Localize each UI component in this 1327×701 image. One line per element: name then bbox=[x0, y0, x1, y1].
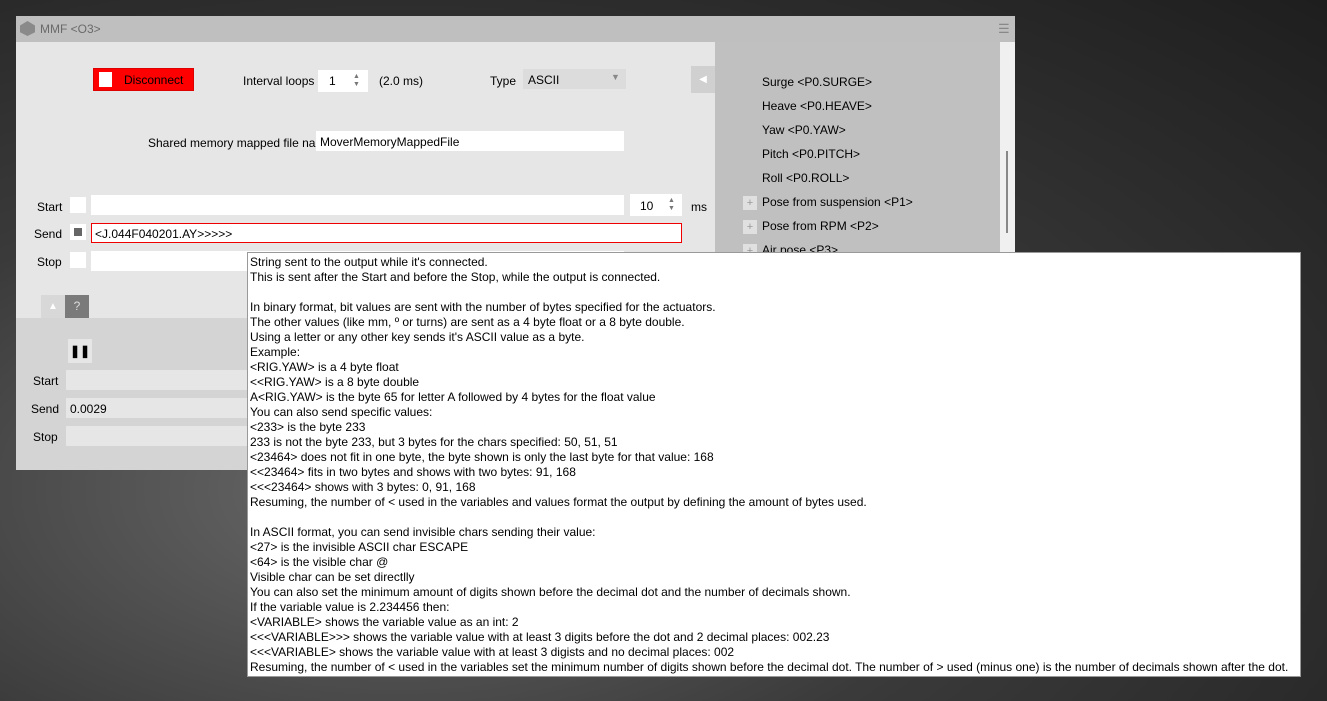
disconnect-button[interactable]: Disconnect bbox=[93, 68, 194, 91]
type-label: Type bbox=[490, 74, 517, 88]
start-delay-stepper[interactable]: 10 ▲ ▼ bbox=[630, 194, 682, 216]
spinner-arrows-icon[interactable]: ▲ ▼ bbox=[353, 73, 360, 89]
interval-ms: (2.0 ms) bbox=[379, 74, 424, 88]
expand-icon[interactable]: + bbox=[743, 196, 757, 210]
tooltip-line: This is sent after the Start and before … bbox=[250, 270, 661, 284]
start-label: Start bbox=[37, 200, 63, 214]
ms-label: ms bbox=[691, 200, 707, 214]
tree-item[interactable]: Pitch <P0.PITCH> bbox=[762, 147, 860, 161]
send-value: <J.044F040201.AY>>>>> bbox=[95, 227, 233, 241]
connection-indicator bbox=[99, 72, 112, 87]
stop-label: Stop bbox=[37, 255, 62, 269]
tooltip-line bbox=[250, 285, 1298, 300]
interval-loops-stepper[interactable]: 1 ▲ ▼ bbox=[318, 70, 368, 92]
tooltip-line: <233> is the byte 233 bbox=[250, 420, 366, 434]
tooltip-line: <<23464> fits in two bytes and shows wit… bbox=[250, 465, 576, 479]
tooltip-line: <RIG.YAW> is a 4 byte float bbox=[250, 360, 399, 374]
tooltip-line: A<RIG.YAW> is the byte 65 for letter A f… bbox=[250, 390, 656, 404]
start-input[interactable] bbox=[91, 195, 624, 215]
menu-icon[interactable]: ☰ bbox=[998, 21, 1010, 37]
tooltip-line: Using a letter or any other key sends it… bbox=[250, 330, 585, 344]
interval-loops-value: 1 bbox=[329, 74, 336, 88]
title-bar: MMF <O3> ☰ bbox=[16, 16, 1015, 42]
monitor-send-label: Send bbox=[31, 402, 60, 416]
tooltip-line: <<<VARIABLE>>> shows the variable value … bbox=[250, 630, 830, 644]
tooltip-line bbox=[250, 510, 1298, 525]
collapse-panel-button[interactable]: ◀ bbox=[691, 66, 715, 93]
interval-loops-label: Interval loops bbox=[243, 74, 315, 88]
monitor-stop-label: Stop bbox=[33, 430, 58, 444]
window-title: MMF <O3> bbox=[40, 22, 101, 36]
tree-item[interactable]: Roll <P0.ROLL> bbox=[762, 171, 849, 185]
tree-item[interactable]: Heave <P0.HEAVE> bbox=[762, 99, 872, 113]
expand-icon[interactable]: + bbox=[743, 220, 757, 234]
tooltip-line: You can also send specific values: bbox=[250, 405, 433, 419]
stop-checkbox[interactable] bbox=[70, 252, 86, 268]
type-value: ASCII bbox=[528, 73, 560, 87]
type-select[interactable]: ASCII ▼ bbox=[523, 69, 626, 89]
expand-up-button[interactable]: ▲ bbox=[41, 295, 65, 318]
tree-scrollbar[interactable] bbox=[1000, 42, 1015, 252]
shared-file-value: MoverMemoryMappedFile bbox=[320, 135, 460, 149]
tooltip-line: In ASCII format, you can send invisible … bbox=[250, 525, 596, 539]
tooltip-line: <<<23464> shows with 3 bytes: 0, 91, 168 bbox=[250, 480, 476, 494]
send-label: Send bbox=[34, 227, 63, 241]
disconnect-label: Disconnect bbox=[124, 73, 184, 87]
start-checkbox[interactable] bbox=[70, 197, 86, 213]
tooltip-line: In binary format, bit values are sent wi… bbox=[250, 300, 716, 314]
tree-item[interactable]: Pose from RPM <P2> bbox=[762, 219, 879, 233]
send-tooltip: String sent to the output while it's con… bbox=[247, 252, 1301, 677]
spinner-arrows-icon[interactable]: ▲ ▼ bbox=[668, 197, 675, 213]
start-delay-value: 10 bbox=[640, 199, 654, 213]
app-logo-icon bbox=[20, 21, 35, 36]
tooltip-line: Visible char can be set directlly bbox=[250, 570, 415, 584]
pause-icon[interactable]: ❚❚ bbox=[68, 339, 92, 363]
tree-item[interactable]: Pose from suspension <P1> bbox=[762, 195, 913, 209]
send-checkbox[interactable] bbox=[70, 224, 86, 240]
tree-item[interactable]: Yaw <P0.YAW> bbox=[762, 123, 846, 137]
help-button[interactable]: ? bbox=[65, 295, 89, 318]
tooltip-line: Example: bbox=[250, 345, 301, 359]
tooltip-line: <27> is the invisible ASCII char ESCAPE bbox=[250, 540, 469, 554]
tooltip-line: Resuming, the number of < used in the va… bbox=[250, 660, 1289, 674]
tooltip-line: 233 is not the byte 233, but 3 bytes for… bbox=[250, 435, 618, 449]
tooltip-line: String sent to the output while it's con… bbox=[250, 255, 488, 269]
send-input[interactable]: <J.044F040201.AY>>>>> bbox=[91, 223, 682, 243]
monitor-start-label: Start bbox=[33, 374, 59, 388]
shared-file-input[interactable]: MoverMemoryMappedFile bbox=[316, 131, 624, 151]
tree-item[interactable]: Surge <P0.SURGE> bbox=[762, 75, 872, 89]
chevron-down-icon: ▼ bbox=[611, 72, 620, 82]
tooltip-line: Resuming, the number of < used in the va… bbox=[250, 495, 867, 509]
tooltip-line: <<RIG.YAW> is a 8 byte double bbox=[250, 375, 420, 389]
monitor-send-value: 0.0029 bbox=[70, 402, 107, 416]
scrollbar-thumb[interactable] bbox=[1006, 151, 1008, 233]
shared-file-label: Shared memory mapped file name bbox=[148, 136, 333, 150]
tooltip-line: If the variable value is 2.234456 then: bbox=[250, 600, 450, 614]
tooltip-line: <64> is the visible char @ bbox=[250, 555, 389, 569]
tooltip-line: <VARIABLE> shows the variable value as a… bbox=[250, 615, 519, 629]
tooltip-line: You can also set the minimum amount of d… bbox=[250, 585, 851, 599]
tooltip-line: <23464> does not fit in one byte, the by… bbox=[250, 450, 714, 464]
tooltip-line: <<<VARIABLE> shows the variable value wi… bbox=[250, 645, 735, 659]
tooltip-line: The other values (like mm, º or turns) a… bbox=[250, 315, 685, 329]
